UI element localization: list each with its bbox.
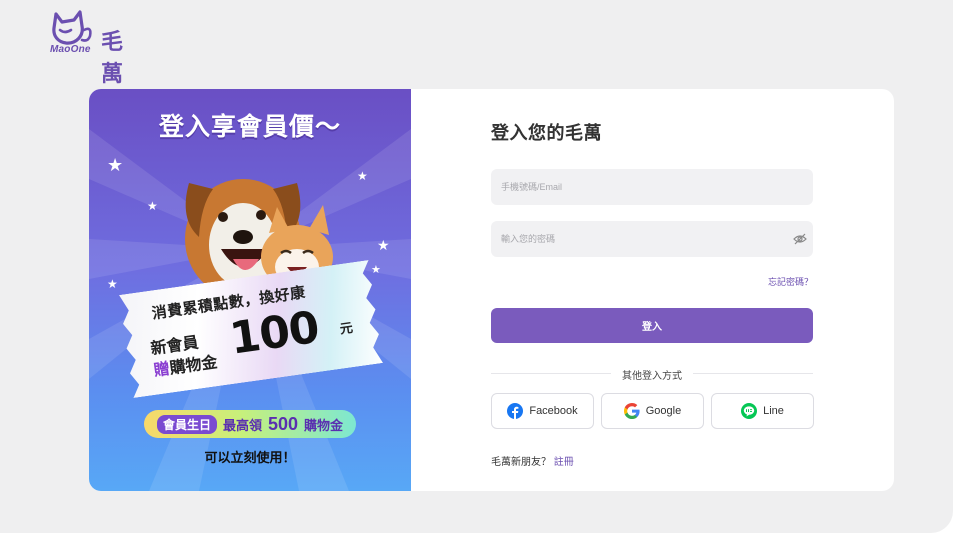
pill-text-credit: 購物金 <box>304 417 344 433</box>
promo-banner: 登入享會員價～ ★ ★ ★ ★ ★ ★ 消費累積點數，換好康 新會員 贈購物金 … <box>89 89 411 491</box>
sparkle-icon: ★ <box>371 264 381 276</box>
login-button[interactable]: 登入 <box>491 308 813 343</box>
other-login-label: 其他登入方式 <box>611 367 693 382</box>
line-login-button[interactable]: Line <box>711 393 814 429</box>
facebook-login-button[interactable]: Facebook <box>491 393 594 429</box>
birthday-pill: 會員生日 最高領 500 購物金 <box>144 410 356 438</box>
ticket-unit: 元 <box>338 319 354 337</box>
forgot-password-link[interactable]: 忘記密碼？ <box>768 275 813 288</box>
sparkle-icon: ★ <box>377 237 390 253</box>
facebook-icon <box>507 403 524 419</box>
sparkle-icon: ★ <box>107 155 124 175</box>
sparkle-icon: ★ <box>147 199 158 213</box>
sparkle-icon: ★ <box>357 169 368 183</box>
signup-prompt-text: 毛萬新朋友？ <box>491 457 551 468</box>
banner-title: 登入享會員價～ <box>158 113 341 141</box>
page-background: MaoOne 毛萬 登入享會員價～ ★ ★ ★ ★ ★ ★ 消費累積點數，換好康… <box>0 0 953 533</box>
banner-footer: 可以立刻使用！ <box>204 450 296 465</box>
cat-logo-icon: MaoOne <box>48 10 96 56</box>
logo-subtitle: MaoOne <box>50 44 91 55</box>
ticket-gift-rest: 購物金 <box>168 354 219 378</box>
login-form: 登入您的毛萬 忘記密碼？ 登入 其他登入方式 Facebook <box>491 89 894 491</box>
line-label: Line <box>763 405 784 417</box>
login-card: 登入享會員價～ ★ ★ ★ ★ ★ ★ 消費累積點數，換好康 新會員 贈購物金 … <box>89 89 894 491</box>
brand-name: 毛萬 <box>101 29 125 86</box>
google-login-button[interactable]: Google <box>601 393 704 429</box>
google-label: Google <box>645 405 682 417</box>
ticket-amount: 100 <box>226 301 322 365</box>
signup-prompt: 毛萬新朋友？ 註冊 <box>491 453 574 468</box>
pill-number: 500 <box>267 413 299 434</box>
google-icon <box>623 403 640 419</box>
birthday-chip: 會員生日 <box>156 414 217 434</box>
login-title: 登入您的毛萬 <box>491 123 602 143</box>
sparkle-icon: ★ <box>107 277 118 291</box>
line-icon <box>741 403 758 419</box>
account-input[interactable] <box>491 169 813 205</box>
facebook-label: Facebook <box>529 405 578 417</box>
brand-logo[interactable]: MaoOne 毛萬 <box>48 10 123 86</box>
signup-link[interactable]: 註冊 <box>554 457 574 468</box>
pill-text-max: 最高領 <box>222 417 262 433</box>
eye-off-icon[interactable] <box>793 233 807 245</box>
password-input[interactable] <box>491 221 813 257</box>
